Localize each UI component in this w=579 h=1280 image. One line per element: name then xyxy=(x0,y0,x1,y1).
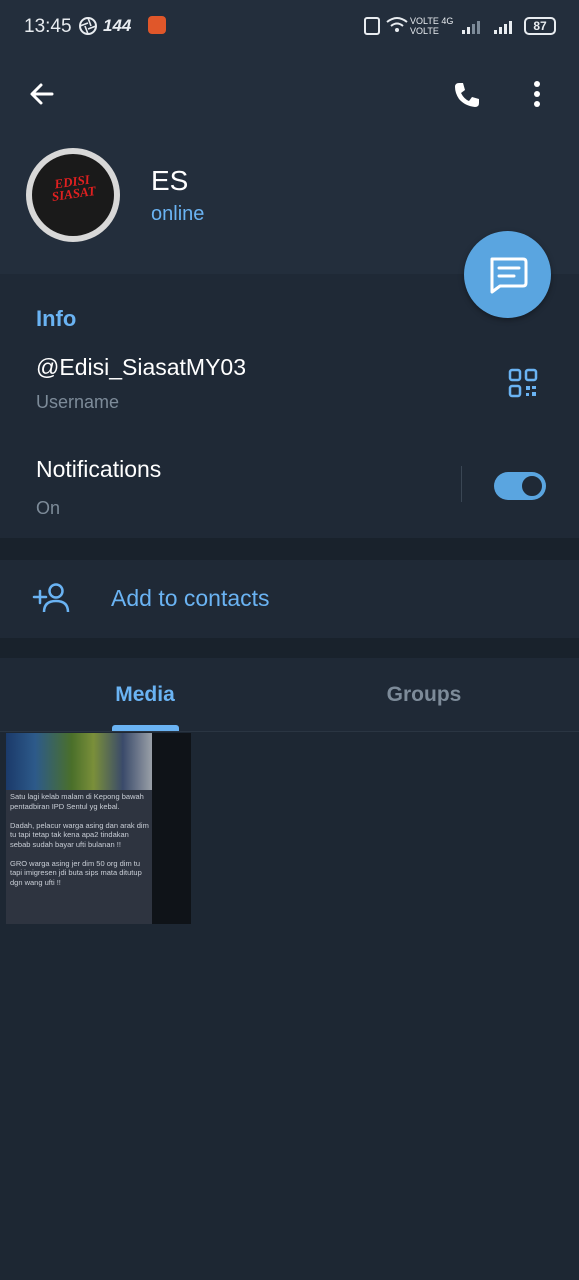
status-time: 13:45 xyxy=(24,16,72,37)
notifications-state: On xyxy=(36,498,61,518)
toggle-knob xyxy=(519,473,545,499)
section-divider xyxy=(0,538,579,560)
contact-name: ES xyxy=(151,165,189,196)
arrow-left-icon xyxy=(30,83,54,105)
tab-groups[interactable]: Groups xyxy=(290,683,558,707)
add-user-icon xyxy=(32,582,70,614)
signal-icon xyxy=(462,18,484,34)
media-dark-strip xyxy=(152,733,191,924)
call-button[interactable] xyxy=(452,80,482,110)
media-photo xyxy=(6,733,152,790)
avatar[interactable]: EDISI SIASAT xyxy=(26,148,120,242)
media-caption: Satu lagi kelab malam di Kepong bawah pe… xyxy=(10,792,149,887)
nfc-icon xyxy=(364,17,380,35)
send-message-button[interactable] xyxy=(464,231,551,318)
media-item[interactable]: Satu lagi kelab malam di Kepong bawah pe… xyxy=(6,733,191,924)
divider xyxy=(461,466,462,502)
more-vertical-icon xyxy=(534,81,540,107)
add-to-contacts-label: Add to contacts xyxy=(111,585,270,611)
add-to-contacts-row[interactable] xyxy=(0,560,579,638)
info-title: Info xyxy=(36,306,77,331)
contact-status: online xyxy=(151,203,205,225)
battery-indicator: 87 xyxy=(524,17,556,35)
tab-media[interactable]: Media xyxy=(0,683,290,707)
more-menu-button[interactable] xyxy=(532,80,542,108)
username-value[interactable]: @Edisi_SiasatMY03 xyxy=(36,354,246,381)
app-notification-icon xyxy=(148,16,166,34)
avatar-logo-text: EDISI SIASAT xyxy=(50,171,97,204)
notifications-title[interactable]: Notifications xyxy=(36,456,161,483)
username-label: Username xyxy=(36,392,120,412)
network-label: VOLTE 4G VOLTE xyxy=(410,16,454,36)
active-tab-indicator xyxy=(112,725,179,731)
signal-icon-2 xyxy=(494,18,516,34)
avatar-logo: EDISI SIASAT xyxy=(32,154,114,236)
wifi-icon xyxy=(386,16,408,34)
qr-code-button[interactable] xyxy=(508,368,538,398)
qr-code-icon xyxy=(508,368,538,398)
phone-icon xyxy=(455,83,479,107)
media-text-panel: Satu lagi kelab malam di Kepong bawah pe… xyxy=(6,790,152,924)
section-divider-2 xyxy=(0,638,579,658)
aperture-icon xyxy=(78,16,98,36)
refresh-rate: 144 xyxy=(103,16,132,35)
notifications-toggle[interactable] xyxy=(494,472,546,500)
back-button[interactable] xyxy=(28,80,56,108)
message-icon xyxy=(490,257,528,294)
